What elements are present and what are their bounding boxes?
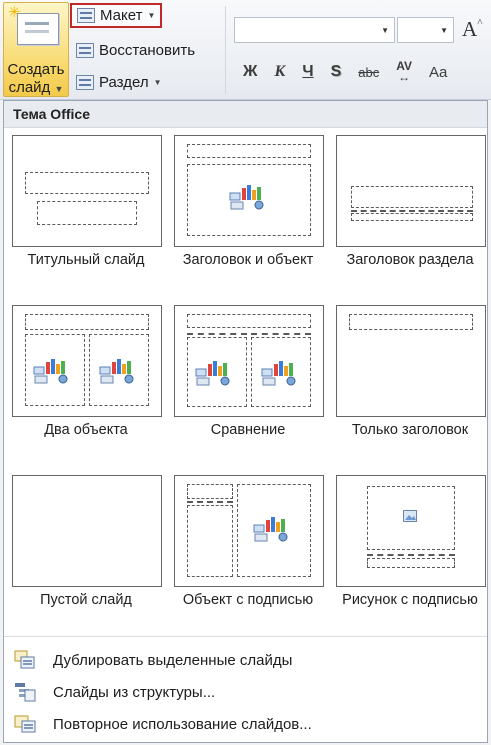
- layout-comparison[interactable]: Сравнение: [174, 305, 324, 455]
- underline-button[interactable]: Ч: [302, 63, 313, 81]
- group-divider: [225, 6, 226, 94]
- layout-label: Заголовок и объект: [182, 252, 314, 268]
- layout-thumbnail: [12, 135, 162, 247]
- layout-label: Рисунок с подписью: [342, 592, 478, 608]
- layout-content-with-caption[interactable]: Объект с подписью: [174, 475, 324, 625]
- strikethrough-button[interactable]: abc: [358, 65, 379, 80]
- duplicate-slides-item[interactable]: Дублировать выделенные слайды: [14, 648, 292, 672]
- layout-thumbnail: [336, 305, 486, 417]
- layout-thumbnail: [12, 305, 162, 417]
- slides-from-outline-label: Слайды из структуры...: [53, 683, 216, 701]
- outline-icon: [15, 683, 36, 702]
- content-placeholder-icon: [261, 361, 296, 386]
- chevron-down-icon: ▼: [153, 77, 162, 87]
- layout-label: Заголовок раздела: [346, 252, 474, 268]
- italic-button[interactable]: К: [274, 63, 285, 81]
- new-slide-label: Создать слайд ▼: [7, 61, 65, 96]
- layout-blank[interactable]: Пустой слайд: [12, 475, 162, 625]
- layout-label: Два объекта: [44, 422, 128, 438]
- section-button[interactable]: Раздел ▼: [76, 71, 162, 93]
- reset-button[interactable]: Восстановить: [76, 39, 195, 61]
- chevron-down-icon: ▼: [147, 11, 156, 20]
- layout-thumbnail: [174, 475, 324, 587]
- layout-thumbnail: [174, 305, 324, 417]
- section-label: Раздел: [99, 73, 149, 91]
- layout-label: Титульный слайд: [27, 252, 145, 268]
- layout-thumbnail: [12, 475, 162, 587]
- layout-icon: [77, 8, 95, 23]
- reuse-slides-label: Повторное использование слайдов...: [53, 715, 312, 733]
- new-slide-icon: [17, 13, 59, 45]
- layout-thumbnail: [174, 135, 324, 247]
- picture-placeholder-icon: [403, 510, 417, 522]
- layout-title-slide[interactable]: Титульный слайд: [12, 135, 162, 285]
- format-buttons: Ж К Ч S abc AV ↔ Aa: [243, 60, 464, 84]
- layout-thumbnail: [336, 475, 486, 587]
- character-spacing-button[interactable]: AV ↔: [396, 59, 412, 83]
- content-placeholder-icon: [99, 359, 134, 384]
- reuse-slides-icon: [14, 715, 36, 733]
- character-spacing-label: AV: [396, 59, 412, 73]
- layout-thumbnail: [336, 135, 486, 247]
- layout-label: Сравнение: [210, 422, 286, 438]
- layout-label: Объект с подписью: [182, 592, 314, 608]
- font-name-combobox[interactable]: ▼: [234, 17, 395, 43]
- slides-from-outline-item[interactable]: Слайды из структуры...: [14, 680, 215, 704]
- layout-section-header[interactable]: Заголовок раздела: [336, 135, 486, 285]
- gallery-header: Тема Office: [4, 101, 487, 128]
- content-placeholder-icon: [253, 517, 288, 542]
- chevron-down-icon: ▼: [54, 84, 64, 94]
- content-placeholder-icon: [195, 361, 230, 386]
- chevron-down-icon[interactable]: ▼: [440, 26, 448, 35]
- layout-title-and-content[interactable]: Заголовок и объект: [174, 135, 324, 285]
- duplicate-slides-icon: [14, 650, 35, 669]
- font-size-combobox[interactable]: ▼: [397, 17, 454, 43]
- shadow-button[interactable]: S: [331, 63, 342, 81]
- layout-label: Макет: [100, 7, 143, 24]
- grow-font-icon[interactable]: A˄: [462, 17, 483, 42]
- layout-two-content[interactable]: Два объекта: [12, 305, 162, 455]
- reset-icon: [76, 42, 94, 58]
- new-slide-button[interactable]: ✳ Создать слайд ▼: [3, 2, 69, 97]
- layout-label: Только заголовок: [351, 422, 469, 438]
- ribbon: ✳ Создать слайд ▼ Макет ▼ Восстановить Р…: [0, 0, 491, 100]
- gallery-divider: [4, 636, 487, 637]
- bold-button[interactable]: Ж: [243, 63, 257, 81]
- reuse-slides-item[interactable]: Повторное использование слайдов...: [14, 712, 312, 736]
- section-icon: [76, 74, 94, 90]
- reset-label: Восстановить: [99, 41, 196, 59]
- content-placeholder-icon: [229, 185, 264, 210]
- chevron-down-icon[interactable]: ▼: [381, 26, 389, 35]
- duplicate-slides-label: Дублировать выделенные слайды: [53, 651, 293, 669]
- layout-gallery: Тема Office Титульный слайд Заголовок и …: [3, 100, 488, 743]
- layout-title-only[interactable]: Только заголовок: [336, 305, 486, 455]
- layout-picture-with-caption[interactable]: Рисунок с подписью: [336, 475, 486, 625]
- content-placeholder-icon: [33, 359, 68, 384]
- layout-label: Пустой слайд: [40, 592, 132, 608]
- layout-button[interactable]: Макет ▼: [70, 3, 163, 28]
- change-case-button[interactable]: Aa: [429, 64, 447, 81]
